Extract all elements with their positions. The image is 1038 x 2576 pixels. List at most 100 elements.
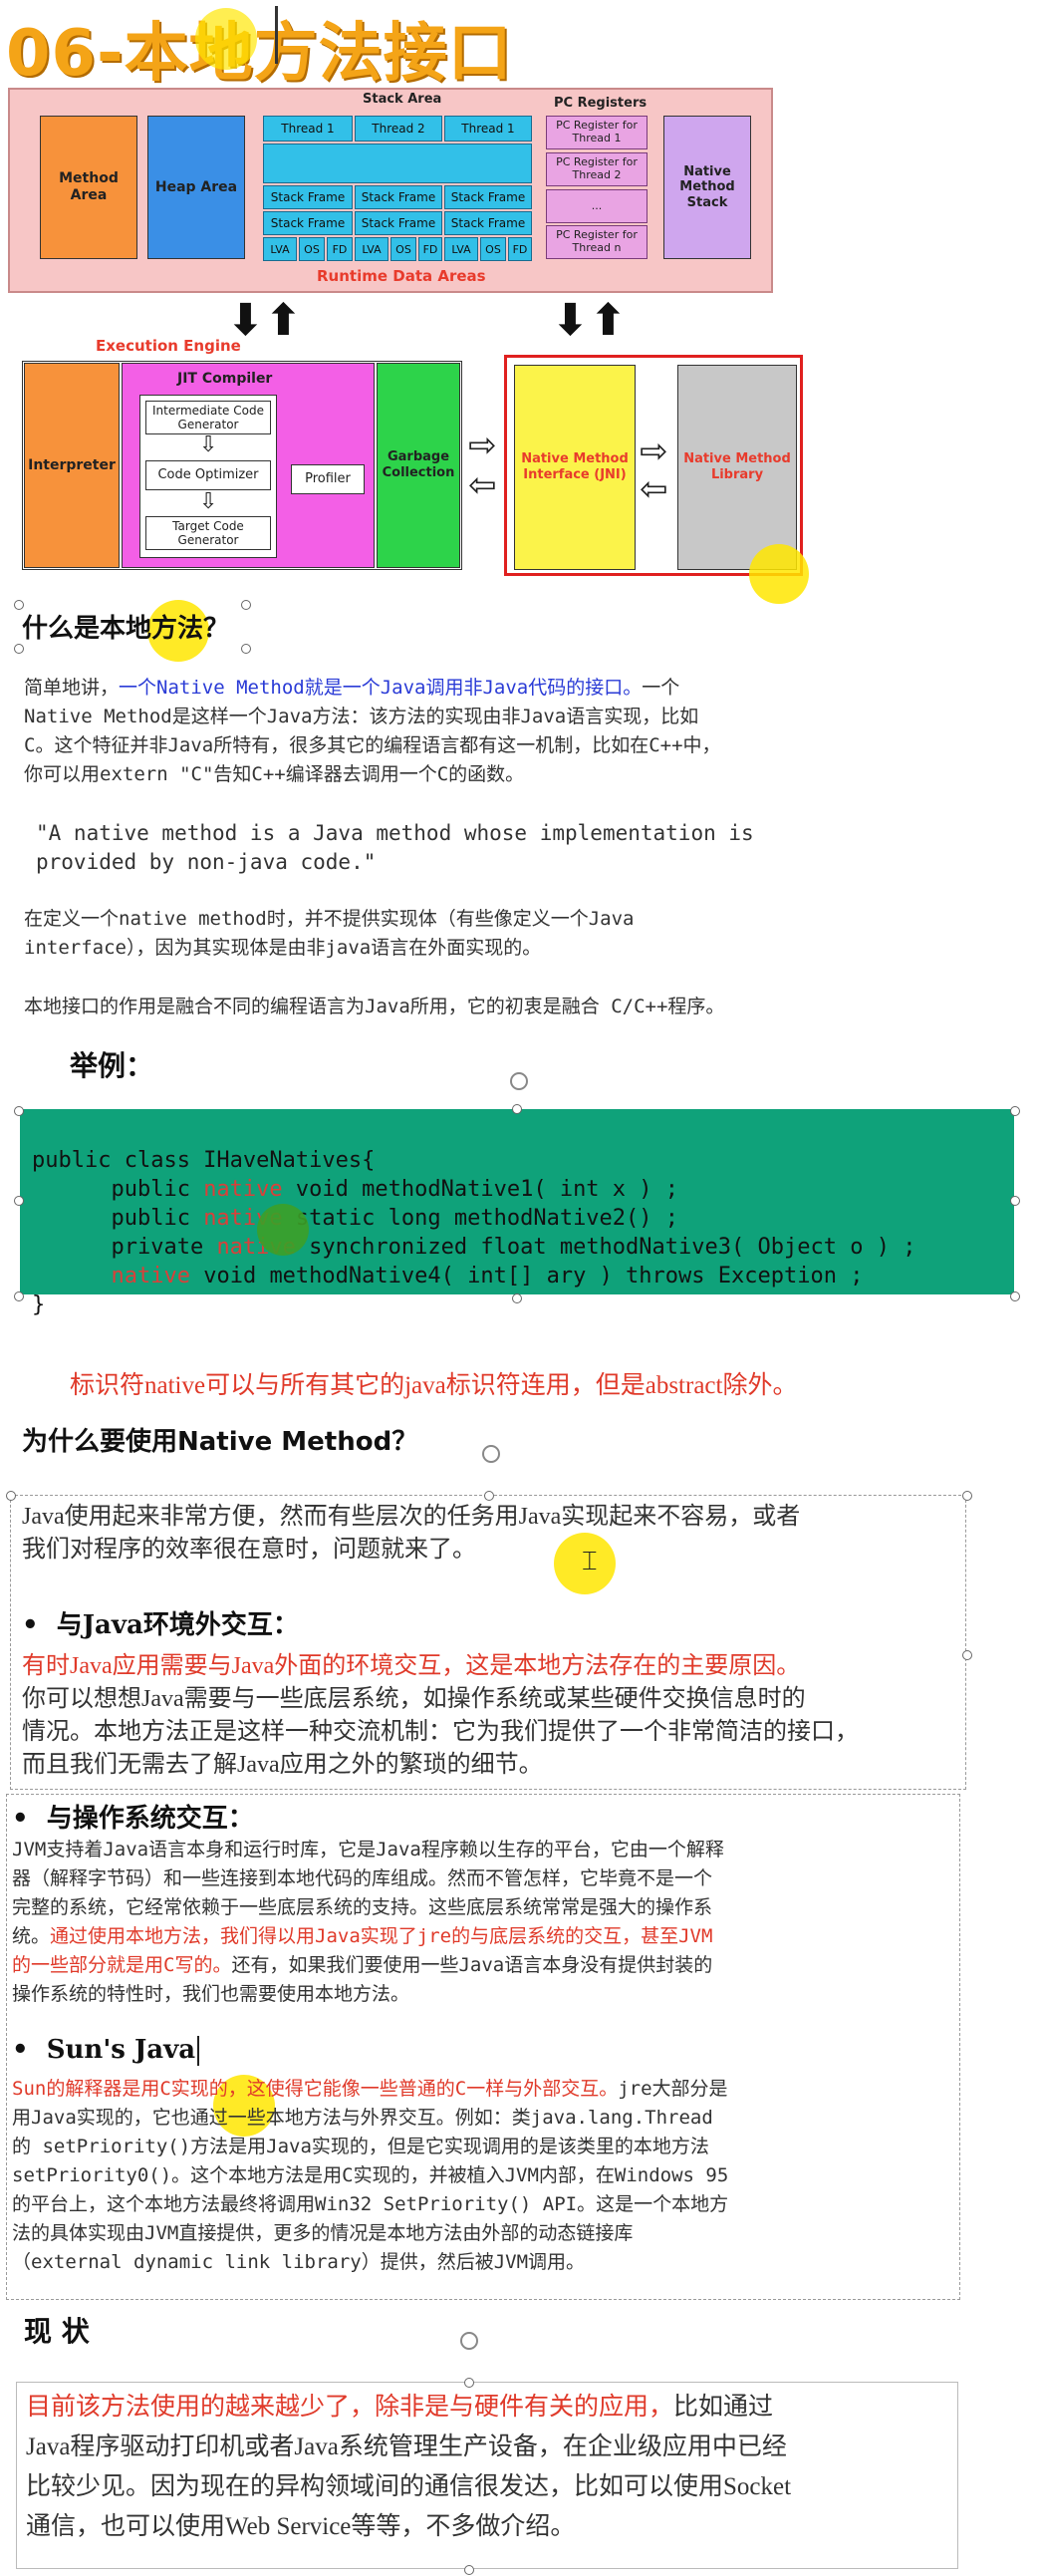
code-line: public native void methodNative1( int x … bbox=[32, 1177, 679, 1202]
purpose-paragraph: 本地接口的作用是融合不同的编程语言为Java所用，它的初衷是融合 C/C++程序… bbox=[24, 996, 725, 1017]
cursor-highlight bbox=[195, 8, 257, 70]
os-line: 统。通过使用本地方法，我们得以用Java实现了jre的与底层系统的交互，甚至JV… bbox=[12, 1925, 713, 1947]
heap-area-box: Heap Area bbox=[147, 116, 245, 259]
definition-paragraph: 在定义一个native method时，并不提供实现体（有些像定义一个Java … bbox=[24, 905, 1020, 963]
stack-frame-cell: Stack Frame bbox=[263, 185, 353, 209]
os-line: JVM支持着Java语言本身和运行时库，它是Java程序赖以生存的平台，它由一个… bbox=[12, 1839, 724, 1860]
arrow-left-icon: ⇦ bbox=[640, 469, 668, 509]
lva-cell: LVA bbox=[263, 237, 297, 261]
code-block: public class IHaveNatives{ public native… bbox=[20, 1109, 1014, 1317]
sun-java-line: Sun的解释器是用C实现的，这使得它能像一些普通的C一样与外部交互。jre大部分… bbox=[12, 2078, 728, 2100]
method-area-box: Method Area bbox=[40, 116, 137, 259]
selection-handle[interactable] bbox=[241, 644, 251, 654]
arrow-up-icon: ⬆ bbox=[590, 295, 627, 346]
lva-cell: LVA bbox=[355, 237, 389, 261]
arrow-down-icon: ⇩ bbox=[199, 489, 218, 514]
text-cursor-icon: ⌶ bbox=[582, 1547, 598, 1576]
arrow-down-icon: ⬇ bbox=[552, 295, 589, 346]
selection-handle[interactable] bbox=[14, 1106, 24, 1116]
os-line: 器（解释字节码）和一些连接到本地代码的库组成。然而不管怎样，它毕竟不是一个 bbox=[12, 1867, 713, 1889]
selection-handle[interactable] bbox=[14, 1291, 24, 1301]
thread3-header: Thread 1 bbox=[444, 116, 532, 142]
target-code-generator-box: Target Code Generator bbox=[145, 516, 271, 550]
selection-handle[interactable] bbox=[962, 1491, 972, 1501]
arrow-up-icon: ⬆ bbox=[265, 295, 302, 346]
rotate-handle-icon[interactable] bbox=[482, 1445, 500, 1463]
selection-handle[interactable] bbox=[464, 2378, 474, 2388]
os-cell: OS bbox=[390, 237, 416, 261]
java-env-line: 你可以想想Java需要与一些底层系统，如操作系统或某些硬件交换信息时的 bbox=[22, 1686, 806, 1712]
text-cursor bbox=[197, 2036, 200, 2066]
selection-handle[interactable] bbox=[14, 644, 24, 654]
sun-java-line: 的平台上，这个本地方法最终将调用Win32 SetPriority() API。… bbox=[12, 2193, 729, 2215]
intro-line: C。这个特征并非Java所特有，很多其它的编程语言都有这一机制，比如在C++中， bbox=[24, 734, 721, 756]
fd-cell: FD bbox=[418, 237, 442, 261]
why-native-intro: Java使用起来非常方便，然而有些层次的任务用Java实现起来不容易，或者 我们… bbox=[22, 1501, 968, 1567]
intro-line: 我们对程序的效率很在意时，问题就来了。 bbox=[22, 1537, 476, 1563]
os-line: 的一些部分就是用C写的。还有，如果我们要使用一些Java语言本身没有提供封装的 bbox=[12, 1954, 713, 1976]
stack-area-label: Stack Area bbox=[363, 92, 442, 107]
selection-handle[interactable] bbox=[14, 1196, 24, 1206]
lva-cell: LVA bbox=[444, 237, 478, 261]
selection-handle[interactable] bbox=[512, 1104, 522, 1114]
pc-registers-label: PC Registers bbox=[554, 96, 648, 111]
selection-handle[interactable] bbox=[1010, 1196, 1020, 1206]
section-heading-status: 现 状 bbox=[24, 2315, 90, 2348]
os-line: 操作系统的特性时，我们也需要使用本地方法。 bbox=[12, 1983, 410, 2005]
native-modifier-note: 标识符native可以与所有其它的java标识符连用，但是abstract除外。 bbox=[70, 1372, 798, 1399]
interpreter-box: Interpreter bbox=[24, 363, 120, 568]
rotate-handle-icon[interactable] bbox=[510, 1072, 528, 1090]
native-method-stack-box: Native Method Stack bbox=[663, 116, 751, 259]
intermediate-code-generator-box: Intermediate Code Generator bbox=[145, 401, 271, 434]
rotate-handle-icon[interactable] bbox=[460, 2332, 478, 2350]
arrow-right-icon: ⇨ bbox=[468, 426, 497, 465]
section-heading-what-is-native: 什么是本地方法？ bbox=[22, 614, 230, 644]
code-line: private native synchronized float method… bbox=[32, 1235, 916, 1260]
intro-line: 简单地讲，一个Native Method就是一个Java调用非Java代码的接口… bbox=[24, 677, 680, 699]
sun-java-line: setPriority0()。这个本地方法是用C实现的，并被植入JVM内部，在W… bbox=[12, 2164, 729, 2186]
selection-handle[interactable] bbox=[241, 600, 251, 610]
selection-handle[interactable] bbox=[512, 1293, 522, 1303]
selection-handle[interactable] bbox=[1010, 1291, 1020, 1301]
os-cell: OS bbox=[480, 237, 506, 261]
pc-register-ellipsis: ... bbox=[546, 189, 648, 223]
garbage-collection-box: Garbage Collection bbox=[377, 363, 460, 568]
status-line: 通信，也可以使用Web Service等等，不多做介绍。 bbox=[26, 2513, 576, 2540]
sun-java-line: 用Java实现的，它也通过一些本地方法与外界交互。例如：类java.lang.T… bbox=[12, 2107, 713, 2129]
intro-line: Native Method是这样一个Java方法：该方法的实现由非Java语言实… bbox=[24, 706, 699, 727]
sun-java-line: （external dynamic link library）提供，然后被JVM… bbox=[12, 2251, 586, 2273]
text-cursor bbox=[275, 6, 278, 64]
sun-java-line: 法的具体实现由JVM直接提供，更多的情况是本地方法由外部的动态链接库 bbox=[12, 2222, 634, 2244]
pc-register-threadn: PC Register for Thread n bbox=[546, 225, 648, 259]
quote-paragraph: "A native method is a Java method whose … bbox=[36, 819, 1032, 877]
thread2-header: Thread 2 bbox=[355, 116, 442, 142]
pc-register-thread2: PC Register for Thread 2 bbox=[546, 152, 648, 186]
selection-handle[interactable] bbox=[484, 1491, 494, 1501]
fd-cell: FD bbox=[508, 237, 532, 261]
definition-line: interface），因为其实现体是由非java语言在外面实现的。 bbox=[24, 937, 542, 959]
intro-line: 你可以用extern "C"告知C++编译器去调用一个C的函数。 bbox=[24, 763, 525, 785]
bullet-os: • 与操作系统交互： bbox=[12, 1804, 254, 1834]
code-line: public native static long methodNative2(… bbox=[32, 1206, 679, 1231]
status-line: Java程序驱动打印机或者Java系统管理生产设备，在企业级应用中已经 bbox=[26, 2433, 787, 2460]
selection-handle[interactable] bbox=[14, 600, 24, 610]
code-line: native void methodNative4( int[] ary ) t… bbox=[111, 1264, 864, 1288]
arrow-down-icon: ⇩ bbox=[199, 432, 218, 457]
selection-handle[interactable] bbox=[1010, 1106, 1020, 1116]
code-line: public class IHaveNatives{ bbox=[32, 1148, 376, 1173]
quote-line: provided by non-java code." bbox=[36, 850, 377, 874]
cursor-highlight bbox=[749, 544, 809, 604]
thread1-header: Thread 1 bbox=[263, 116, 353, 142]
execution-engine-label: Execution Engine bbox=[96, 337, 241, 355]
stack-frame-cell: Stack Frame bbox=[263, 211, 353, 235]
selection-handle[interactable] bbox=[6, 1491, 16, 1501]
sun-java-line: 的 setPriority()方法是用Java实现的，但是它实现调用的是该类里的… bbox=[12, 2136, 709, 2157]
pc-register-thread1: PC Register for Thread 1 bbox=[546, 116, 648, 149]
example-heading: 举例： bbox=[70, 1049, 154, 1082]
selection-handle[interactable] bbox=[464, 2565, 474, 2575]
os-paragraph: JVM支持着Java语言本身和运行时库，它是Java程序赖以生存的平台，它由一个… bbox=[12, 1836, 958, 2009]
status-line: 目前该方法使用的越来越少了，除非是与硬件有关的应用，比如通过 bbox=[26, 2394, 774, 2421]
code-optimizer-box: Code Optimizer bbox=[145, 460, 271, 490]
fd-cell: FD bbox=[327, 237, 353, 261]
stack-frame-cell: Stack Frame bbox=[444, 211, 532, 235]
